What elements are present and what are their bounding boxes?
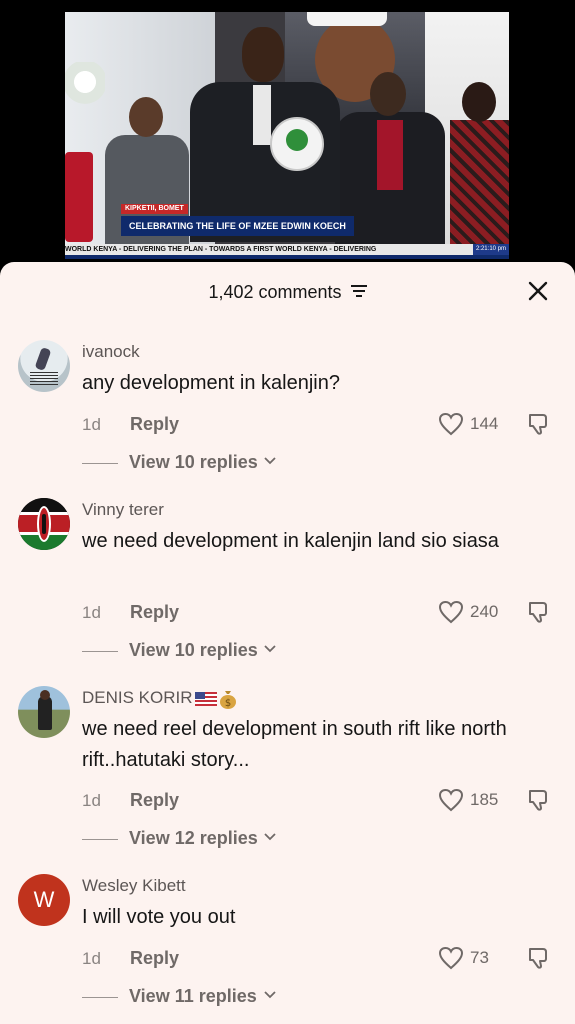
divider-line [82,997,118,998]
comment-username[interactable]: ivanock [82,342,140,362]
like-count: 73 [470,948,489,967]
ticker-time: 2:21:10 pm [472,244,509,255]
view-replies[interactable]: View 12 replies [82,828,382,850]
sheet-header: 1,402 comments [0,280,575,306]
comment-username-text: DENIS KORIR [82,688,193,707]
comment-text: we need development in kalenjin land sio… [82,530,499,552]
dislike-icon[interactable] [526,412,550,436]
comment-username[interactable]: Vinny terer [82,500,164,520]
chevron-down-icon [264,991,276,999]
avatar[interactable]: W [18,874,70,926]
dislike-icon[interactable] [526,600,550,624]
seated-woman-body [450,120,509,259]
reply-button[interactable]: Reply [130,948,179,969]
ticker-bar [65,255,509,259]
chevron-down-icon [264,457,276,465]
kenya-shield-icon [37,506,51,542]
comment-text: we need reel development in south rift l… [82,718,507,771]
view-replies-label: View 12 replies [129,828,258,848]
clergyman-red-shirt [377,120,403,190]
chevron-down-icon [264,645,276,653]
seated-woman [450,82,509,259]
comments-sheet: 1,402 comments ivanock any development i… [0,262,575,1024]
reply-button[interactable]: Reply [130,602,179,623]
speaker-head [242,27,284,82]
comment-count-label: 1,402 comments [208,282,342,302]
seated-man-body [105,135,189,255]
divider-line [82,463,118,464]
divider-line [82,839,118,840]
clergyman-head [370,72,406,116]
view-replies-label: View 10 replies [129,640,258,660]
view-replies[interactable]: View 11 replies [82,986,382,1008]
comment-time: 1d [82,791,101,810]
location-label: KIPKETII, BOMET [121,204,188,214]
comment-time: 1d [82,603,101,622]
comment-count[interactable]: 1,402 comments [0,282,575,303]
headline-banner: CELEBRATING THE LIFE OF MZEE EDWIN KOECH [121,216,354,236]
comment-username[interactable]: DENIS KORIR $ [82,688,237,709]
video-player[interactable]: KIPKETII, BOMET CELEBRATING THE LIFE OF … [65,12,509,259]
screen-hat [307,12,387,26]
svg-text:$: $ [224,698,230,709]
heart-icon [438,946,464,970]
dislike-icon[interactable] [526,788,550,812]
comment-text: any development in kalenjin? [82,372,340,394]
avatar-text [30,372,58,386]
avatar-figure [34,346,52,372]
like-count: 185 [470,790,499,809]
avatar[interactable] [18,498,70,550]
view-replies-label: View 10 replies [129,452,258,472]
like-button[interactable]: 185 [438,788,518,812]
heart-icon [438,412,464,436]
us-flag-icon [194,691,217,706]
comment-time: 1d [82,949,101,968]
seated-man-head [129,97,163,137]
like-button[interactable]: 73 [438,946,518,970]
money-bag-icon: $ [219,690,236,709]
heart-icon [438,600,464,624]
reply-button[interactable]: Reply [130,790,179,811]
close-icon[interactable] [527,280,549,302]
reply-button[interactable]: Reply [130,414,179,435]
seated-woman-head [462,82,496,122]
view-replies[interactable]: View 10 replies [82,640,382,662]
like-count: 240 [470,602,499,621]
chevron-down-icon [264,833,276,841]
view-replies[interactable]: View 10 replies [82,452,382,474]
heart-icon [438,788,464,812]
comment-text: I will vote you out [82,906,236,928]
speaker-shirt [253,85,271,145]
filter-icon[interactable] [350,285,367,298]
like-count: 144 [470,414,499,433]
avatar-figure [38,696,52,730]
avatar[interactable] [18,340,70,392]
like-button[interactable]: 240 [438,600,518,624]
divider-line [82,651,118,652]
comment-time: 1d [82,415,101,434]
podium-emblem [270,117,324,171]
view-replies-label: View 11 replies [129,986,257,1006]
dislike-icon[interactable] [526,946,550,970]
avatar-head [40,690,50,700]
like-button[interactable]: 144 [438,412,518,436]
flowers [65,62,105,112]
comment-username[interactable]: Wesley Kibett [82,876,186,896]
red-chair [65,152,93,242]
news-ticker: WORLD KENYA - DELIVERING THE PLAN - TOWA… [65,244,509,255]
avatar[interactable] [18,686,70,738]
